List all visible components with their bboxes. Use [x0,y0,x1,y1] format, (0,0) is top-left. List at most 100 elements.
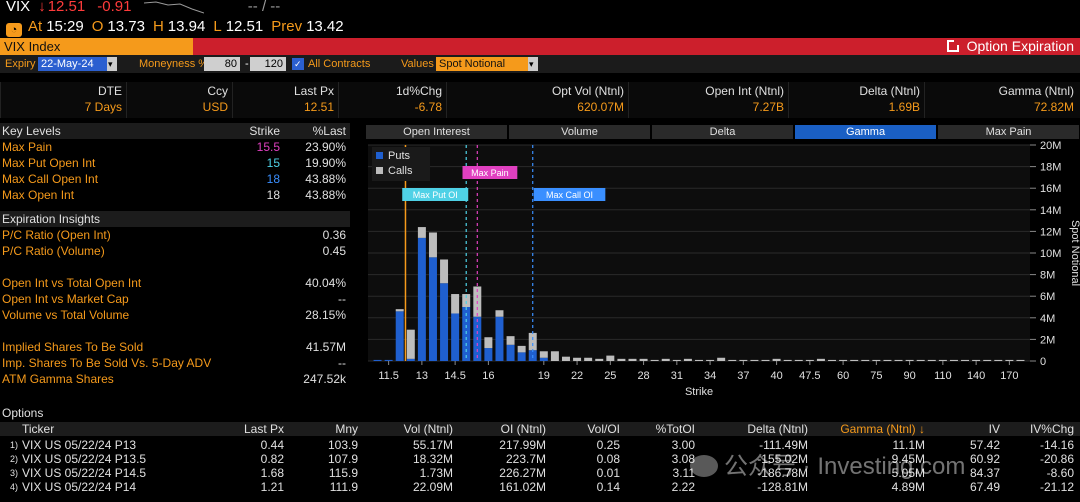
key-level-row[interactable]: Open Int vs Market Cap -- [0,291,350,307]
key-levels-header: Key Levels Strike %Last [0,123,350,139]
x-tick-label: 11.5 [378,370,399,382]
expiry-dropdown-icon[interactable]: ▾ [107,57,117,71]
summary-header[interactable]: Ccy [207,84,228,98]
key-level-row[interactable]: Open Int vs Total Open Int 40.04% [0,275,350,291]
row-value: 247.52k [303,372,346,386]
summary-value: 620.07M [577,100,624,114]
options-col-header[interactable]: Vol (Ntnl) [404,422,453,436]
y-tick-label: 18M [1040,162,1061,174]
call-bar [528,332,537,351]
summary-header[interactable]: DTE [98,84,122,98]
key-level-row[interactable]: Max Put Open Int 15 19.90% [0,155,350,171]
options-col-header[interactable]: IV [989,422,1000,436]
options-col-header[interactable]: IV%Chg [1030,422,1074,436]
call-bar [961,359,970,361]
pct-last-col-header[interactable]: %Last [313,123,346,139]
summary-header[interactable]: Delta (Ntnl) [859,84,920,98]
options-col-header[interactable]: OI (Ntnl) [501,422,546,436]
options-col-header[interactable]: Vol/OI [587,422,620,436]
chart-tab-gamma[interactable]: Gamma [795,125,938,139]
legend-swatch-calls [376,167,383,174]
key-level-row[interactable]: ATM Gamma Shares 247.52k [0,371,350,387]
row-strike: 18 [266,188,280,202]
call-bar [650,359,659,361]
low-label: L [213,18,222,35]
options-col-header[interactable]: %TotOI [656,422,695,436]
x-tick-label: 13 [416,370,428,382]
summary-col-0: DTE 7 Days [0,82,126,118]
security-name[interactable]: VIX Index [0,38,193,55]
options-col-header[interactable]: Gamma (Ntnl) ↓ [840,422,925,436]
put-bar [539,357,548,361]
summary-header[interactable]: 1d%Chg [396,84,442,98]
row-index: 2) [10,454,19,464]
external-link-icon[interactable] [946,39,960,52]
row-label: P/C Ratio (Volume) [2,244,105,258]
values-select[interactable]: Spot Notional [436,57,528,71]
row-index: 3) [10,468,19,478]
chart-tab-volume[interactable]: Volume [509,125,652,139]
options-col-header[interactable]: Mny [335,422,358,436]
summary-header[interactable]: Opt Vol (Ntnl) [552,84,624,98]
all-contracts-checkbox[interactable]: ✓ [292,58,304,70]
x-tick-label: 60 [837,370,849,382]
function-title[interactable]: Option Expiration [946,38,1074,55]
time-label: At [28,18,43,35]
options-row[interactable]: 4) VIX US 05/22/24 P14 1.21 111.9 22.09M 161.… [0,480,1080,494]
call-bar [927,359,936,361]
key-level-row[interactable]: Max Call Open Int 18 43.88% [0,171,350,187]
summary-header[interactable]: Last Px [294,84,334,98]
call-bar [639,358,648,361]
quote-strip: VIX ↓ 12.51 -0.91 -- / -- ◔ At 15:29 O 13.73 H 13… [0,0,1080,38]
call-bar [839,359,848,361]
put-bar [373,359,382,361]
strike-col-header[interactable]: Strike [249,123,280,139]
clock-icon: ◔ [6,23,22,37]
key-level-row[interactable]: Imp. Shares To Be Sold Vs. 5-Day ADV -- [0,355,350,371]
row-value: 40.04% [305,276,346,290]
call-bar [794,359,803,361]
summary-header[interactable]: Open Int (Ntnl) [705,84,784,98]
options-col-header[interactable]: Delta (Ntnl) [747,422,808,436]
summary-header[interactable]: Gamma (Ntnl) [999,84,1074,98]
moneyness-low-input[interactable]: 80 [204,57,240,71]
legend-label-calls: Calls [388,165,413,177]
options-cell-last: 1.21 [260,480,284,494]
key-level-row[interactable]: P/C Ratio (Open Int) 0.36 [0,227,350,243]
put-bar [484,348,493,361]
key-level-row[interactable]: Implied Shares To Be Sold 41.57M [0,339,350,355]
sparkline-icon [143,1,204,14]
summary-value: 1.69B [888,100,920,114]
chart-tab-max-pain[interactable]: Max Pain [938,125,1080,139]
ticker[interactable]: VIX [6,0,30,15]
key-level-row[interactable]: P/C Ratio (Volume) 0.45 [0,243,350,259]
summary-value: 7.27B [752,100,784,114]
key-level-row[interactable]: Max Pain 15.5 23.90% [0,139,350,155]
chart-tab-delta[interactable]: Delta [652,125,795,139]
call-bar [506,336,515,345]
row-value: 0.36 [322,228,346,242]
key-level-row[interactable]: Max Open Int 18 43.88% [0,187,350,203]
summary-col-1: Ccy USD [126,82,232,118]
values-dropdown-icon[interactable]: ▾ [528,57,538,71]
key-levels-header: Expiration Insights [0,211,350,227]
function-title-label: Option Expiration [966,38,1074,54]
legend-swatch-puts [376,152,383,159]
options-col-header[interactable]: Last Px [244,422,284,436]
x-axis-label: Strike [685,386,713,398]
x-tick-label: 16 [482,370,494,382]
call-bar [761,359,770,361]
moneyness-high-input[interactable]: 120 [250,57,286,71]
options-title: Options [2,406,44,420]
options-col-header[interactable]: Ticker [22,422,54,436]
chart-tab-open-interest[interactable]: Open Interest [366,125,509,139]
key-level-row[interactable]: Volume vs Total Volume 28.15% [0,307,350,323]
options-cell-oi: 226.27M [499,466,546,480]
x-tick-label: 31 [671,370,683,382]
expiry-select[interactable]: 22-May-24 [38,57,108,71]
values-label: Values [401,58,434,70]
x-tick-label: 25 [604,370,616,382]
put-bar [451,313,460,361]
call-bar [828,359,837,361]
x-tick-label: 22 [571,370,583,382]
